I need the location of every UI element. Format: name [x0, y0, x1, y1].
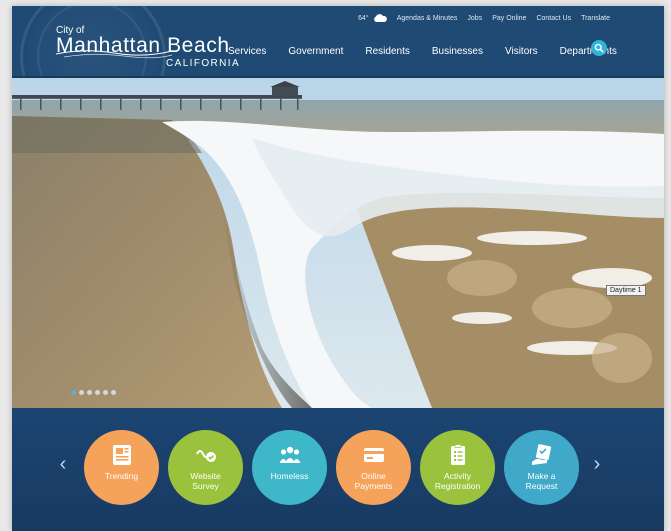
weather-widget: 64°	[358, 14, 387, 22]
quick-link-label: Trending	[104, 471, 139, 481]
contact-us-link[interactable]: Contact Us	[536, 15, 571, 22]
page-frame: City of Manhattan Beach CALIFORNIA 64° A…	[12, 6, 664, 531]
slide-dot[interactable]	[111, 390, 116, 395]
survey-icon	[195, 450, 216, 462]
carousel-next-button[interactable]: ›	[592, 454, 602, 474]
utility-bar: 64° Agendas & Minutes Jobs Pay Online Co…	[358, 11, 610, 25]
quick-link-label: Homeless	[270, 471, 309, 481]
slide-dot[interactable]	[95, 390, 100, 395]
slide-dot[interactable]	[79, 390, 84, 395]
nav-visitors[interactable]: Visitors	[505, 46, 538, 57]
request-icon	[531, 444, 551, 465]
people-icon	[279, 446, 300, 463]
quick-link-online-payments[interactable]: Online Payments	[336, 430, 411, 505]
slide-dot[interactable]	[103, 390, 108, 395]
temperature: 64°	[358, 14, 369, 22]
clipboard-icon	[450, 444, 465, 465]
logo-wave-icon	[55, 50, 173, 59]
quick-link-trending[interactable]: Trending	[84, 430, 159, 505]
slide-dot[interactable]	[87, 390, 92, 395]
jobs-link[interactable]: Jobs	[467, 15, 482, 22]
search-button[interactable]	[591, 40, 607, 56]
quick-link-homeless[interactable]: Homeless	[252, 430, 327, 505]
hero-slideshow[interactable]: Daytime 1	[12, 78, 664, 408]
slide-indicators	[71, 390, 116, 395]
quick-link-label: Online Payments	[354, 471, 393, 491]
search-icon	[594, 43, 604, 53]
nav-businesses[interactable]: Businesses	[432, 46, 483, 57]
quick-link-website-survey[interactable]: Website Survey	[168, 430, 243, 505]
quick-link-activity-registration[interactable]: Activity Registration	[420, 430, 495, 505]
image-tooltip: Daytime 1	[606, 285, 646, 296]
cloud-icon	[373, 14, 387, 22]
site-header: City of Manhattan Beach CALIFORNIA 64° A…	[12, 6, 664, 130]
logo-state: CALIFORNIA	[166, 58, 241, 69]
pay-online-link[interactable]: Pay Online	[492, 15, 526, 22]
slide-dot[interactable]	[71, 390, 76, 395]
quick-link-label: Activity Registration	[434, 471, 481, 491]
quick-link-make-a-request[interactable]: Make a Request	[504, 430, 579, 505]
nav-residents[interactable]: Residents	[365, 46, 409, 57]
translate-link[interactable]: Translate	[581, 15, 610, 22]
quick-link-label: Make a Request	[525, 471, 558, 491]
beach-photo	[12, 78, 664, 408]
quick-links-bar: ‹ Trending Website Survey Homeless Onlin…	[12, 408, 664, 531]
main-nav: Services Government Residents Businesses…	[228, 46, 617, 57]
nav-departments[interactable]: Departments	[560, 46, 617, 57]
nav-government[interactable]: Government	[288, 46, 343, 57]
agendas-minutes-link[interactable]: Agendas & Minutes	[397, 15, 458, 22]
newspaper-icon	[112, 445, 131, 465]
carousel-prev-button[interactable]: ‹	[58, 454, 68, 474]
quick-link-label: Website Survey	[190, 471, 221, 491]
credit-card-icon	[363, 448, 384, 462]
nav-services[interactable]: Services	[228, 46, 266, 57]
